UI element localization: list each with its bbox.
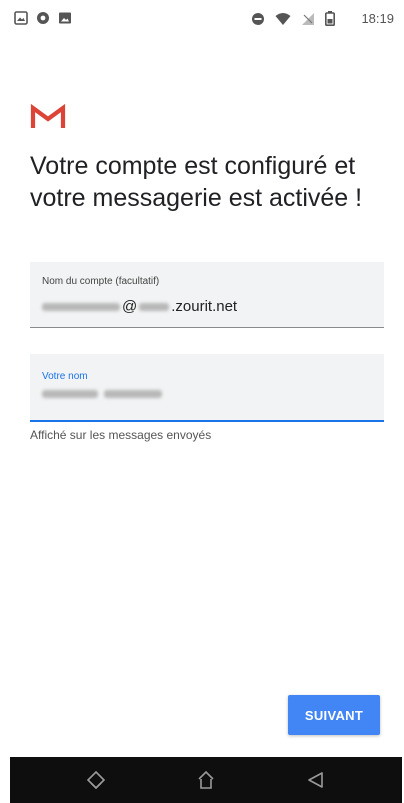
back-icon[interactable]: [303, 767, 329, 793]
your-name-helper-text: Affiché sur les messages envoyés: [30, 428, 212, 442]
account-domain: .zourit.net: [171, 298, 238, 315]
redacted-first-name: [42, 390, 98, 398]
account-name-field[interactable]: Nom du compte (facultatif) @ .zourit.net: [30, 262, 384, 328]
gmail-logo: [30, 103, 66, 130]
your-name-field[interactable]: Votre nom: [30, 354, 384, 422]
shield-icon: [36, 11, 50, 25]
account-at-sign: @: [122, 298, 138, 315]
home-icon[interactable]: [193, 767, 219, 793]
battery-icon: [325, 11, 336, 26]
wifi-icon: [275, 12, 291, 26]
do-not-disturb-icon: [251, 12, 265, 26]
redacted-username: [42, 302, 120, 311]
your-name-label: Votre nom: [42, 371, 88, 382]
account-name-value[interactable]: @ .zourit.net: [42, 298, 237, 315]
redacted-last-name: [104, 390, 162, 398]
account-name-label: Nom du compte (facultatif): [42, 276, 160, 287]
image-icon: [58, 11, 72, 25]
redacted-domain-prefix: [139, 302, 170, 311]
no-signal-icon: [301, 12, 315, 26]
next-button[interactable]: SUIVANT: [288, 695, 380, 735]
status-time: 18:19: [361, 11, 394, 26]
navigation-bar: [10, 757, 402, 803]
status-left-icons: [14, 11, 72, 25]
recents-icon[interactable]: [83, 767, 109, 793]
gmail-setup-screen: 18:19 Votre compte est configuré et votr…: [0, 0, 404, 803]
image-box-icon: [14, 11, 28, 25]
status-bar: 18:19: [0, 0, 404, 40]
status-right-icons: 18:19: [251, 11, 394, 26]
your-name-value[interactable]: [42, 390, 164, 398]
page-title: Votre compte est configuré et votre mess…: [30, 152, 363, 212]
